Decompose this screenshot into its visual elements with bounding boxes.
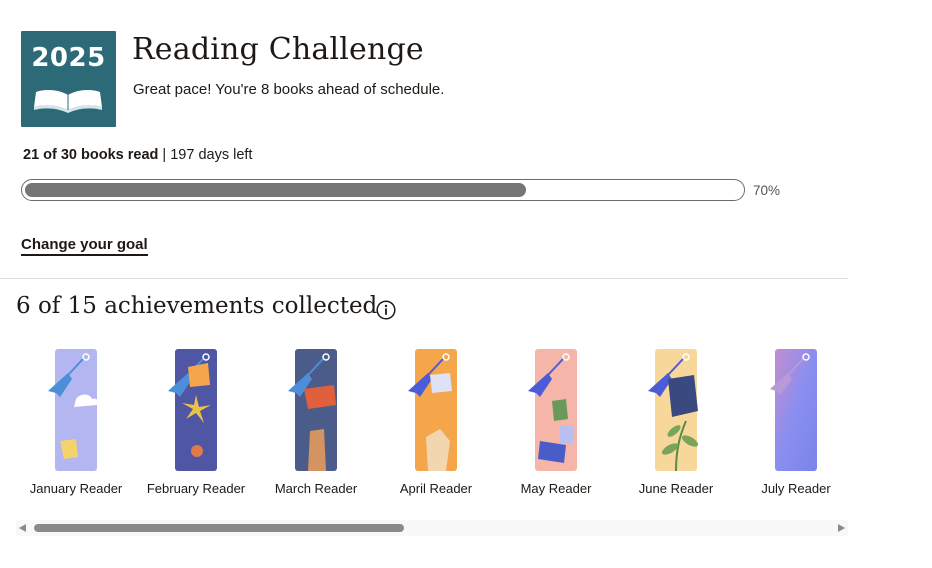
stats-separator: |	[158, 147, 171, 163]
page-title: Reading Challenge	[132, 32, 424, 67]
badge-may-reader[interactable]: May Reader	[496, 345, 616, 496]
badge-march-reader[interactable]: March Reader	[256, 345, 376, 496]
bookmark-icon	[168, 349, 217, 471]
progress-percent: 70%	[753, 183, 781, 198]
bookmark-icon	[48, 349, 99, 471]
badge-label: April Reader	[399, 481, 473, 496]
badge-label: March Reader	[274, 481, 358, 496]
progress-bar-fill	[25, 183, 526, 197]
bookmark-icon	[770, 349, 817, 471]
section-divider	[0, 278, 848, 279]
badge-label: February Reader	[146, 481, 246, 496]
books-read-count: 21 of 30 books read	[23, 147, 159, 163]
badge-label: May Reader	[520, 481, 592, 496]
badge-june-reader[interactable]: June Reader	[616, 345, 736, 496]
badge-january-reader[interactable]: January Reader	[16, 345, 136, 496]
badge-label: July Reader	[761, 481, 831, 496]
bookmark-icon	[648, 349, 699, 471]
carousel-scrollbar[interactable]	[16, 520, 848, 536]
badge-label: January Reader	[29, 481, 123, 496]
open-book-icon	[34, 90, 102, 113]
challenge-logo: 2025	[21, 31, 116, 127]
info-icon[interactable]	[376, 300, 396, 320]
bookmark-icon	[288, 349, 337, 471]
scroll-right-arrow-icon[interactable]	[837, 524, 845, 532]
scrollbar-thumb[interactable]	[34, 524, 404, 532]
progress-bar	[21, 179, 745, 201]
change-goal-link[interactable]: Change your goal	[21, 236, 148, 256]
scroll-left-arrow-icon[interactable]	[19, 524, 27, 532]
bookmark-icon	[408, 349, 457, 471]
challenge-stats: 21 of 30 books read | 197 days left	[23, 147, 252, 163]
badge-april-reader[interactable]: April Reader	[376, 345, 496, 496]
badge-label: June Reader	[638, 481, 714, 496]
badge-july-reader[interactable]: July Reader	[736, 345, 856, 496]
bookmark-icon	[528, 349, 577, 471]
pace-message: Great pace! You're 8 books ahead of sche…	[133, 81, 445, 98]
days-left: 197 days left	[170, 147, 253, 163]
logo-year: 2025	[31, 43, 106, 73]
badge-february-reader[interactable]: February Reader	[136, 345, 256, 496]
achievements-carousel: January Reader February Reader March Rea…	[16, 345, 848, 515]
achievements-heading: 6 of 15 achievements collected	[16, 293, 378, 319]
